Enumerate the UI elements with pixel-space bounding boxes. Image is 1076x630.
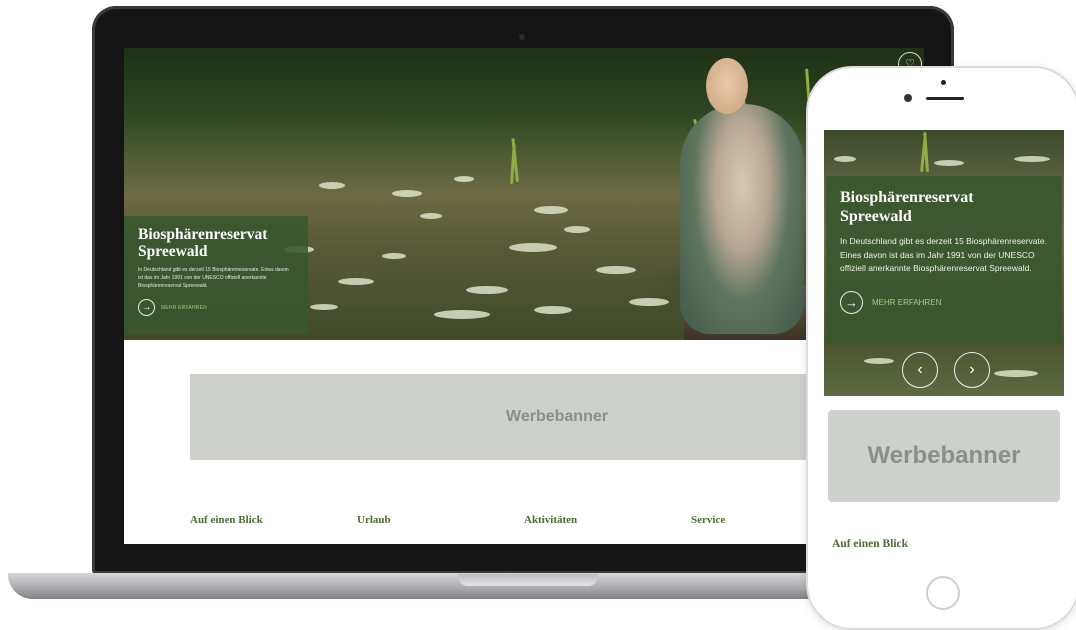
laptop-hinge-notch: [458, 574, 598, 586]
phone-camera: [904, 94, 912, 102]
arrow-right-circle-icon[interactable]: →: [840, 290, 863, 314]
mobile-more-link-label[interactable]: MEHR ERFAHREN: [872, 298, 941, 307]
person-figure: [680, 104, 804, 334]
laptop-screen: ♡ Biosphärenreservat Spreewald In Deutsc…: [124, 48, 924, 544]
mobile-hero-description: In Deutschland gibt es derzeit 15 Biosph…: [840, 236, 1047, 273]
mobile-ad-banner[interactable]: Werbebanner: [828, 410, 1060, 502]
hero-title-line1: Biosphärenreservat: [138, 226, 268, 243]
mobile-hero-title-line1: Biosphärenreservat: [840, 189, 974, 206]
nav-item-auf-einen-blick[interactable]: Auf einen Blick: [190, 514, 263, 526]
nav-item-service[interactable]: Service: [691, 514, 725, 526]
mobile-hero-title: Biosphärenreservat Spreewald: [840, 188, 1048, 226]
more-link[interactable]: → MEHR ERFAHREN: [138, 299, 294, 316]
mobile-ad-banner-label: Werbebanner: [867, 442, 1021, 469]
chevron-left-icon[interactable]: ‹: [902, 352, 938, 388]
hero-title: Biosphärenreservat Spreewald: [138, 226, 294, 260]
hero-description: In Deutschland gibt es derzeit 15 Biosph…: [138, 267, 289, 289]
phone-home-button[interactable]: [926, 576, 960, 610]
arrow-right-circle-icon[interactable]: →: [138, 299, 155, 316]
mobile-hero-title-line2: Spreewald: [840, 208, 912, 225]
mobile-more-link[interactable]: → MEHR ERFAHREN: [840, 290, 1048, 314]
more-link-label[interactable]: MEHR ERFAHREN: [161, 305, 207, 311]
mobile-nav-item-auf-einen-blick[interactable]: Auf einen Blick: [832, 538, 908, 550]
hero-image: ♡ Biosphärenreservat Spreewald In Deutsc…: [124, 48, 924, 340]
mobile-hero-image: Biosphärenreservat Spreewald In Deutschl…: [824, 130, 1064, 396]
person-head: [706, 58, 748, 114]
chevron-right-icon[interactable]: ›: [954, 352, 990, 388]
hero-title-line2: Spreewald: [138, 243, 208, 260]
hero-info-card: Biosphärenreservat Spreewald In Deutschl…: [124, 216, 308, 334]
mobile-hero-info-card: Biosphärenreservat Spreewald In Deutschl…: [826, 176, 1062, 344]
ad-banner-label: Werbebanner: [506, 408, 608, 425]
nav-item-aktivitaeten[interactable]: Aktivitäten: [524, 514, 577, 526]
phone-speaker: [926, 97, 964, 100]
laptop-camera: [519, 34, 525, 40]
nav-item-urlaub[interactable]: Urlaub: [357, 514, 391, 526]
phone-screen: Biosphärenreservat Spreewald In Deutschl…: [824, 130, 1064, 566]
phone-sensor: [941, 80, 946, 85]
phone-device: Biosphärenreservat Spreewald In Deutschl…: [808, 68, 1076, 628]
